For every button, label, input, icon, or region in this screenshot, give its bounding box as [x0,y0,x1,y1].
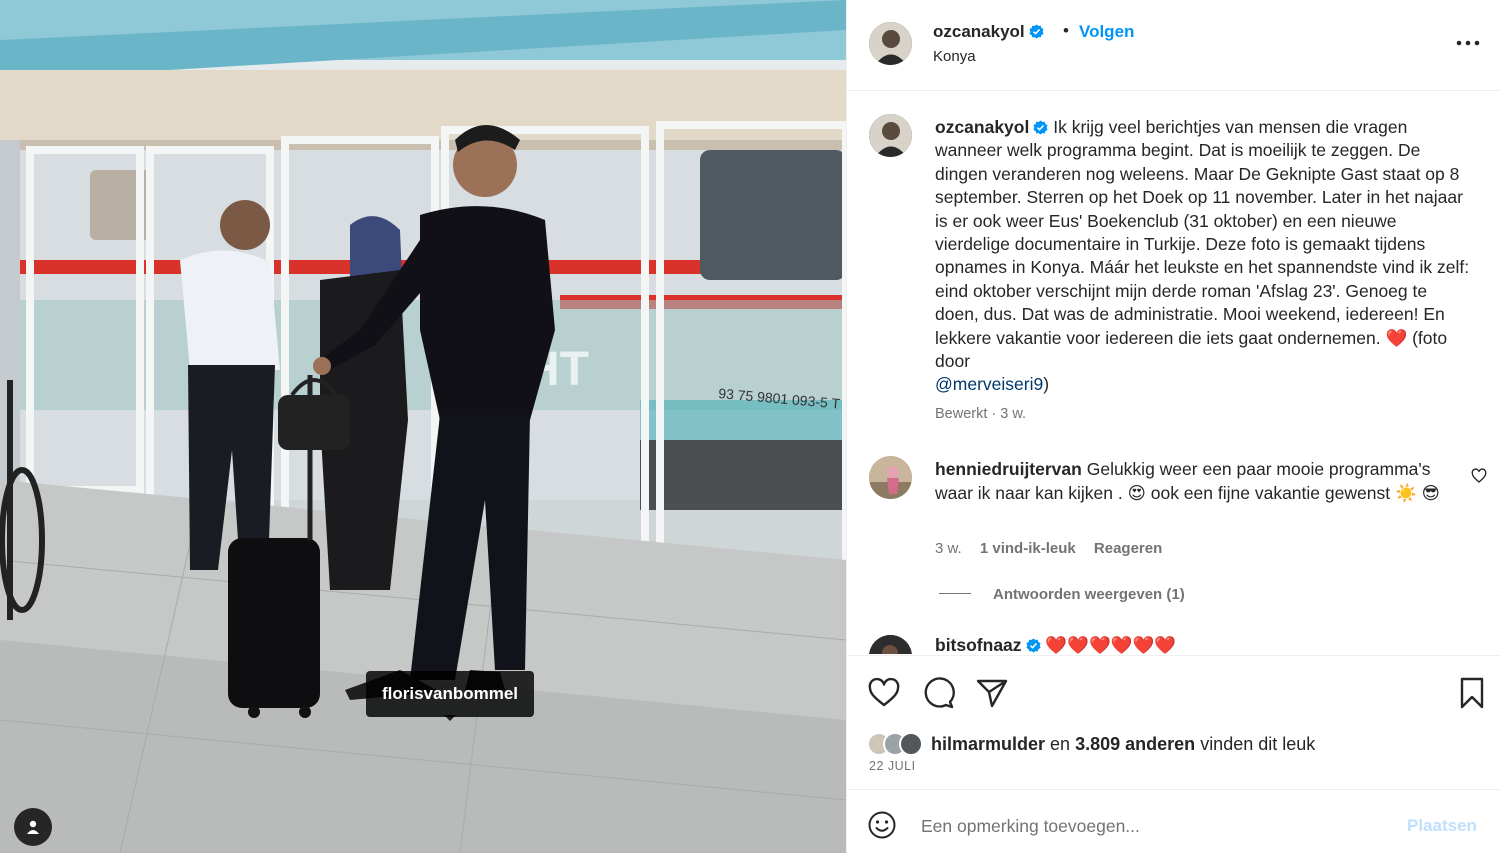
paper-plane-icon[interactable] [975,676,1009,710]
follow-button[interactable]: Volgen [1079,22,1134,42]
post-side-panel: ozcanakyol • Volgen Konya ozcanakyol Ik … [846,0,1500,853]
comment-body-2: ook een fijne vakantie gewenst [1150,483,1391,503]
replies-divider [939,593,971,594]
smiley-icon[interactable] [867,810,897,840]
comment-emoji: 😍 [1127,483,1146,503]
verified-badge-icon [1029,24,1044,39]
comment-heart-icon[interactable] [1471,468,1487,484]
caption-text: ozcanakyol Ik krijg veel berichtjes van … [935,116,1475,397]
post-header: ozcanakyol • Volgen Konya [847,0,1500,91]
view-replies-button[interactable]: Antwoorden weergeven (1) [939,586,1185,603]
liker-avatar [899,732,923,756]
likes-text: hilmarmulder en 3.809 anderen vinden dit… [931,734,1315,755]
post-location[interactable]: Konya [933,48,976,65]
avatar-image [869,456,912,499]
comment-emoji-3: 😎 [1421,483,1440,503]
tagged-users-button[interactable] [14,808,52,846]
likes-connector: en [1050,733,1071,754]
comment-username[interactable]: bitsofnaaz [935,635,1022,654]
user-tag-icon [27,820,39,834]
caption-meta: Bewerkt · 3 w. [935,406,1027,422]
author-username[interactable]: ozcanakyol [933,22,1044,42]
author-avatar[interactable] [869,22,912,65]
comment-body: ❤️❤️❤️❤️❤️❤️ [1045,635,1177,654]
post-comment-button[interactable]: Plaatsen [1407,816,1477,836]
mention-link[interactable]: @merveiseri9 [935,374,1043,394]
add-comment-bar: Plaatsen [847,791,1500,853]
comment-text: henniedruijtervan Gelukkig weer een paar… [935,457,1455,505]
comment-username[interactable]: henniedruijtervan [935,459,1082,479]
likes-others[interactable]: 3.809 anderen [1075,734,1195,754]
commenter-avatar[interactable] [869,635,912,654]
comments-list[interactable]: ozcanakyol Ik krijg veel berichtjes van … [847,92,1500,654]
header-separator: • [1063,21,1069,40]
heart-emoji: ❤️ [1385,327,1408,348]
heart-icon[interactable] [867,676,901,710]
caption-body: Ik krijg veel berichtjes van mensen die … [935,117,1470,348]
comment-text: bitsofnaaz ❤️❤️❤️❤️❤️❤️ [935,635,1176,654]
commenter-avatar[interactable] [869,456,912,499]
verified-badge-icon [1026,638,1041,653]
caption-avatar[interactable] [869,114,912,157]
post-actions: hilmarmulder en 3.809 anderen vinden dit… [847,655,1500,790]
avatar-image [869,22,912,65]
liker-username[interactable]: hilmarmulder [931,734,1045,754]
post-modal: 93 75 9801 093-5 T HT florisvanbommel oz… [0,0,1500,853]
caption-close: ) [1043,374,1050,395]
station-photo-illustration: 93 75 9801 093-5 T HT [0,0,846,853]
comment-bubble-icon[interactable] [921,676,955,710]
avatar-image [869,635,912,654]
likes-suffix: vinden dit leuk [1200,733,1316,754]
view-replies-label: Antwoorden weergeven (1) [993,586,1185,603]
caption-username[interactable]: ozcanakyol [935,117,1029,137]
photo-user-tag[interactable]: florisvanbommel [366,671,535,721]
likes-summary[interactable]: hilmarmulder en 3.809 anderen vinden dit… [867,730,1315,758]
verified-badge-icon [1033,120,1048,135]
comment-likes[interactable]: 1 vind-ik-leuk [980,540,1076,557]
post-photo[interactable]: 93 75 9801 093-5 T HT florisvanbommel [0,0,846,853]
bookmark-icon[interactable] [1455,676,1489,710]
avatar-image [869,114,912,157]
post-date[interactable]: 22 JULI [869,759,916,773]
comment-time[interactable]: 3 w. [935,540,962,557]
author-username-text[interactable]: ozcanakyol [933,22,1025,41]
comment-input[interactable] [921,809,1391,843]
comment-emoji-2: ☀️ [1394,483,1417,503]
comment-actions: 3 w. 1 vind-ik-leuk Reageren [935,540,1176,557]
reply-button[interactable]: Reageren [1094,540,1162,557]
more-dots-icon[interactable] [1453,32,1483,54]
